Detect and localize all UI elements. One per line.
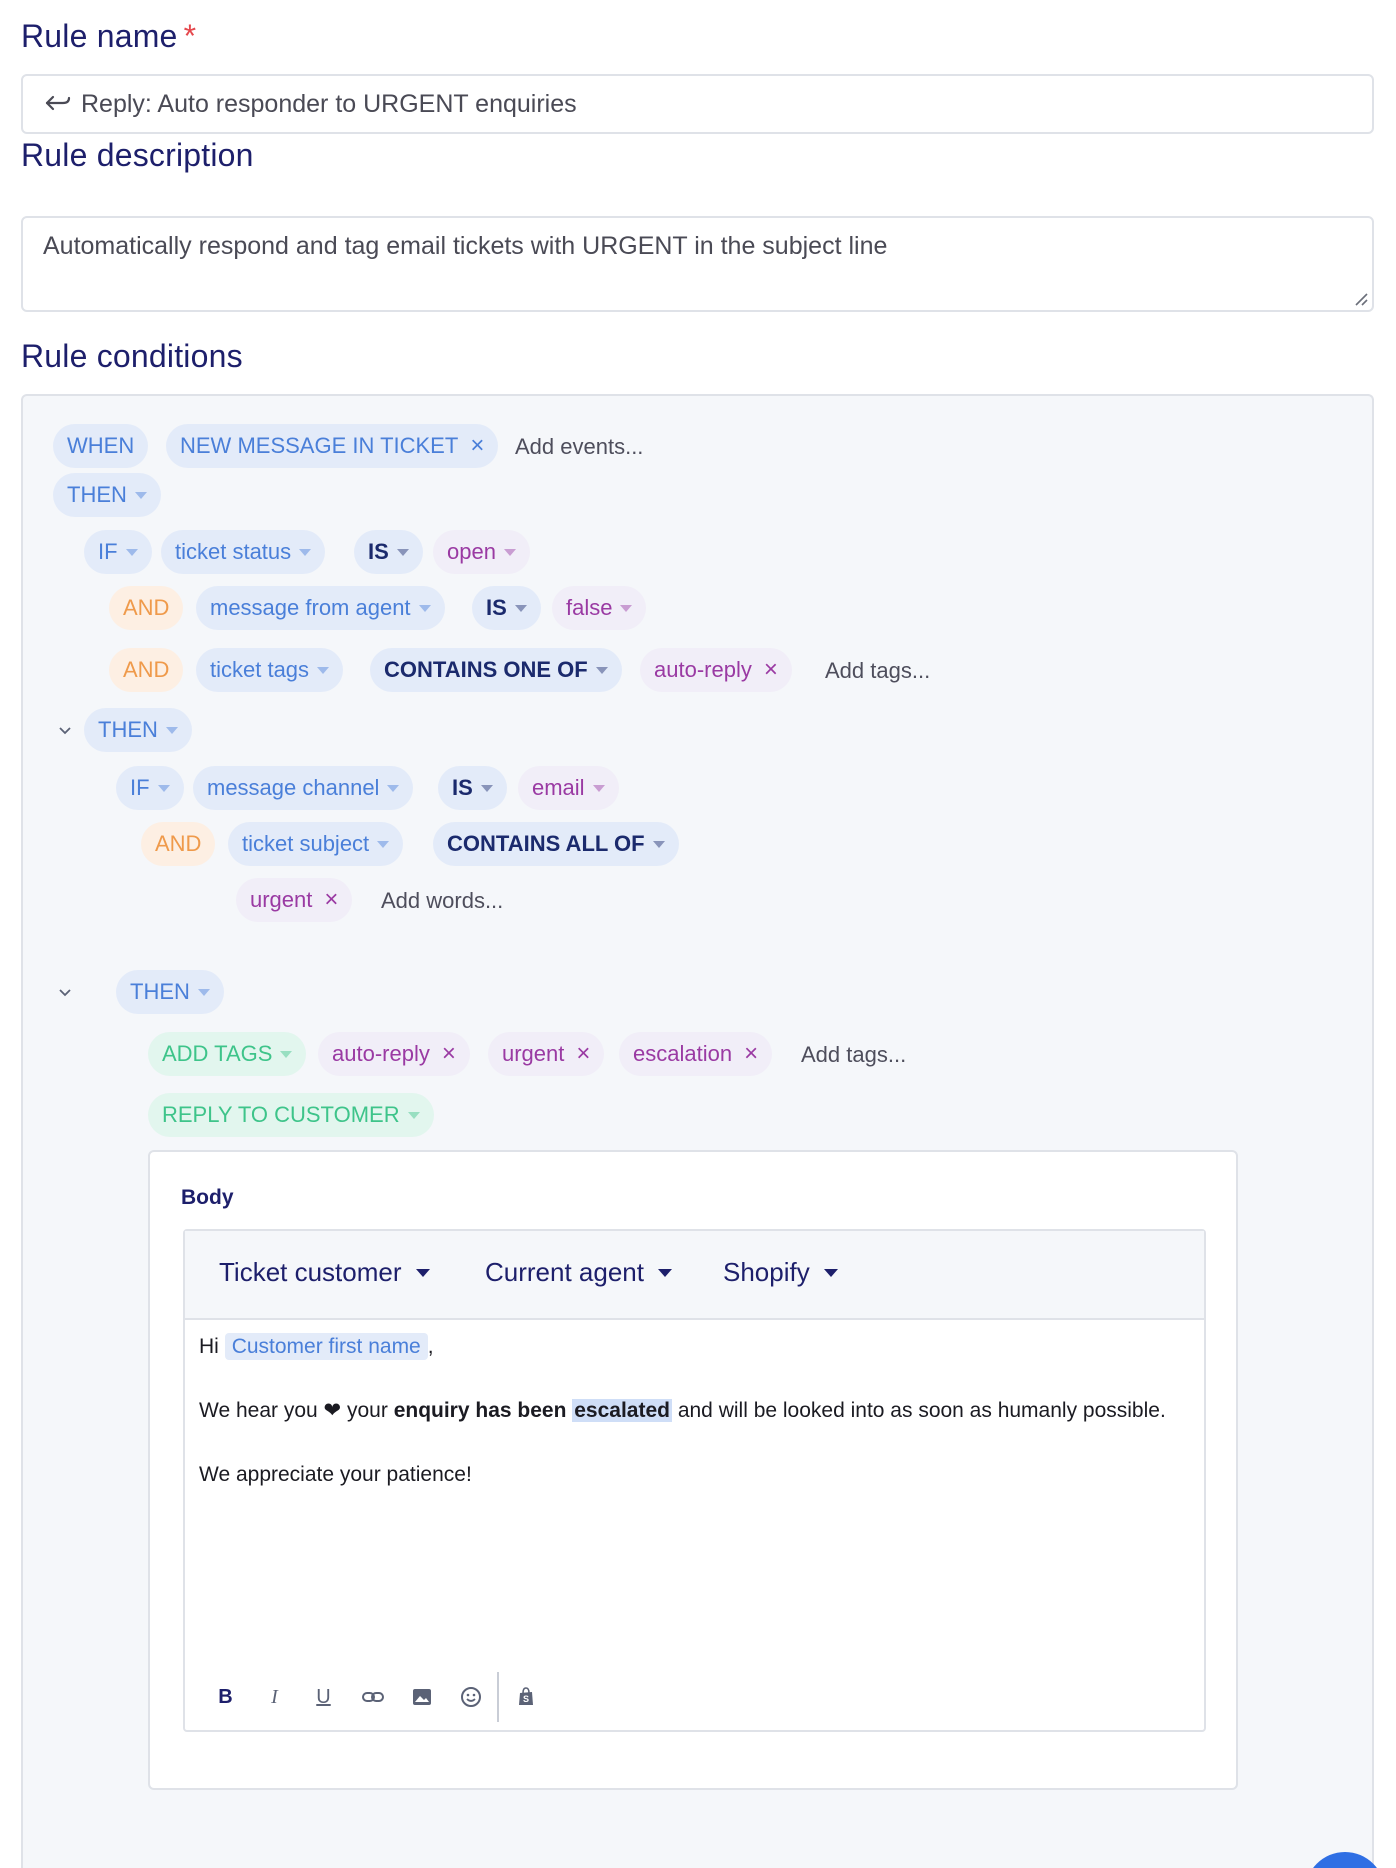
- collapse-chevron-icon[interactable]: [58, 986, 72, 1000]
- caret-down-icon: [280, 1050, 293, 1058]
- italic-icon[interactable]: I: [250, 1677, 299, 1717]
- remove-icon[interactable]: ×: [764, 658, 778, 682]
- shopify-icon[interactable]: S: [501, 1677, 550, 1717]
- resize-handle-icon[interactable]: [1352, 290, 1368, 306]
- then-dropdown-2[interactable]: THEN: [84, 708, 192, 752]
- operator-contains-one-of[interactable]: CONTAINS ONE OF: [370, 648, 622, 692]
- then-dropdown-1[interactable]: THEN: [53, 473, 161, 517]
- value-false[interactable]: false: [552, 586, 647, 630]
- link-icon[interactable]: [348, 1677, 397, 1717]
- action-reply-to-customer[interactable]: REPLY TO CUSTOMER: [148, 1093, 434, 1137]
- toolbar-divider: [497, 1672, 499, 1722]
- variable-toolbar: Ticket customer Current agent Shopify: [185, 1231, 1204, 1320]
- caret-down-icon: [396, 548, 409, 556]
- caret-down-icon: [595, 666, 608, 674]
- caret-down-icon: [652, 840, 665, 848]
- tag-auto-reply-condition: auto-reply ×: [640, 648, 792, 692]
- caret-down-icon: [823, 1268, 838, 1277]
- image-icon[interactable]: [397, 1677, 446, 1717]
- then-dropdown-3[interactable]: THEN: [116, 970, 224, 1014]
- body-line: We hear you ❤ your enquiry has been esca…: [199, 1399, 1166, 1422]
- editor-content[interactable]: Hi Customer first name, We hear you ❤ yo…: [199, 1331, 1189, 1491]
- rule-name-value: Reply: Auto responder to URGENT enquirie…: [81, 89, 577, 118]
- caret-down-icon: [415, 1268, 430, 1277]
- action-tag-auto-reply: auto-reply ×: [318, 1032, 470, 1076]
- remove-icon[interactable]: ×: [576, 1042, 590, 1066]
- bold-icon[interactable]: B: [201, 1677, 250, 1717]
- rule-description-textarea[interactable]: Automatically respond and tag email tick…: [21, 216, 1374, 312]
- caret-down-icon: [197, 988, 210, 996]
- value-open[interactable]: open: [433, 530, 530, 574]
- operator-is-2[interactable]: IS: [472, 586, 541, 630]
- underline-icon[interactable]: U: [299, 1677, 348, 1717]
- rule-description-value: Automatically respond and tag email tick…: [43, 232, 888, 260]
- add-events-input[interactable]: Add events...: [515, 434, 643, 460]
- event-tag-new-message: NEW MESSAGE IN TICKET ×: [166, 424, 499, 468]
- add-tags-input-action[interactable]: Add tags...: [801, 1042, 906, 1068]
- caret-down-icon: [503, 548, 516, 556]
- caret-down-icon: [317, 666, 330, 674]
- caret-down-icon: [299, 548, 312, 556]
- remove-icon[interactable]: ×: [470, 434, 484, 458]
- format-toolbar: B I U S: [201, 1672, 550, 1722]
- and-keyword-1: AND: [109, 586, 184, 630]
- greeting-line: Hi Customer first name,: [199, 1333, 434, 1360]
- svg-text:S: S: [522, 1694, 528, 1704]
- field-ticket-status[interactable]: ticket status: [161, 530, 326, 574]
- collapse-chevron-icon[interactable]: [58, 724, 72, 738]
- operator-is-1[interactable]: IS: [354, 530, 423, 574]
- reply-icon: [45, 95, 71, 111]
- caret-down-icon: [657, 1268, 672, 1277]
- rule-name-input[interactable]: Reply: Auto responder to URGENT enquirie…: [21, 74, 1374, 134]
- action-tag-escalation: escalation ×: [619, 1032, 773, 1076]
- field-message-channel[interactable]: message channel: [193, 766, 414, 810]
- caret-down-icon: [407, 1111, 420, 1119]
- when-keyword: WHEN: [53, 424, 149, 468]
- ticket-customer-dropdown[interactable]: Ticket customer: [219, 1257, 430, 1288]
- rule-name-label: Rule name *: [21, 18, 197, 54]
- if-dropdown-2[interactable]: IF: [116, 766, 184, 810]
- caret-down-icon: [157, 784, 170, 792]
- message-editor[interactable]: Ticket customer Current agent Shopify Hi…: [183, 1229, 1206, 1732]
- caret-down-icon: [387, 784, 400, 792]
- rule-conditions-label: Rule conditions: [21, 338, 243, 374]
- heart-icon: ❤: [323, 1399, 342, 1422]
- field-ticket-tags[interactable]: ticket tags: [196, 648, 344, 692]
- caret-down-icon: [620, 604, 633, 612]
- remove-icon[interactable]: ×: [324, 888, 338, 912]
- action-add-tags[interactable]: ADD TAGS: [148, 1032, 307, 1076]
- add-tags-input-condition[interactable]: Add tags...: [825, 658, 930, 684]
- and-keyword-2: AND: [109, 648, 184, 692]
- caret-down-icon: [480, 784, 493, 792]
- emoji-icon[interactable]: [446, 1677, 495, 1717]
- caret-down-icon: [592, 784, 605, 792]
- required-mark: *: [183, 18, 197, 54]
- current-agent-dropdown[interactable]: Current agent: [485, 1257, 672, 1288]
- add-words-input[interactable]: Add words...: [381, 888, 503, 914]
- field-ticket-subject[interactable]: ticket subject: [228, 822, 404, 866]
- remove-icon[interactable]: ×: [744, 1042, 758, 1066]
- remove-icon[interactable]: ×: [442, 1042, 456, 1066]
- caret-down-icon: [134, 491, 147, 499]
- caret-down-icon: [418, 604, 431, 612]
- field-message-from-agent[interactable]: message from agent: [196, 586, 445, 630]
- caret-down-icon: [165, 726, 178, 734]
- value-email[interactable]: email: [518, 766, 619, 810]
- shopify-dropdown[interactable]: Shopify: [723, 1257, 838, 1288]
- rule-description-label: Rule description: [21, 137, 254, 173]
- if-dropdown-1[interactable]: IF: [84, 530, 152, 574]
- closing-line: We appreciate your patience!: [199, 1463, 472, 1486]
- action-tag-urgent: urgent ×: [488, 1032, 605, 1076]
- caret-down-icon: [514, 604, 527, 612]
- operator-is-3[interactable]: IS: [438, 766, 507, 810]
- selected-text: escalated: [572, 1399, 672, 1422]
- caret-down-icon: [377, 840, 390, 848]
- operator-contains-all-of[interactable]: CONTAINS ALL OF: [433, 822, 679, 866]
- caret-down-icon: [125, 548, 138, 556]
- reply-card: Body Ticket customer Current agent Shopi…: [148, 1150, 1238, 1790]
- word-urgent: urgent ×: [236, 878, 353, 922]
- customer-first-name-variable[interactable]: Customer first name: [224, 1333, 428, 1360]
- and-keyword-3: AND: [141, 822, 216, 866]
- body-label: Body: [181, 1186, 234, 1209]
